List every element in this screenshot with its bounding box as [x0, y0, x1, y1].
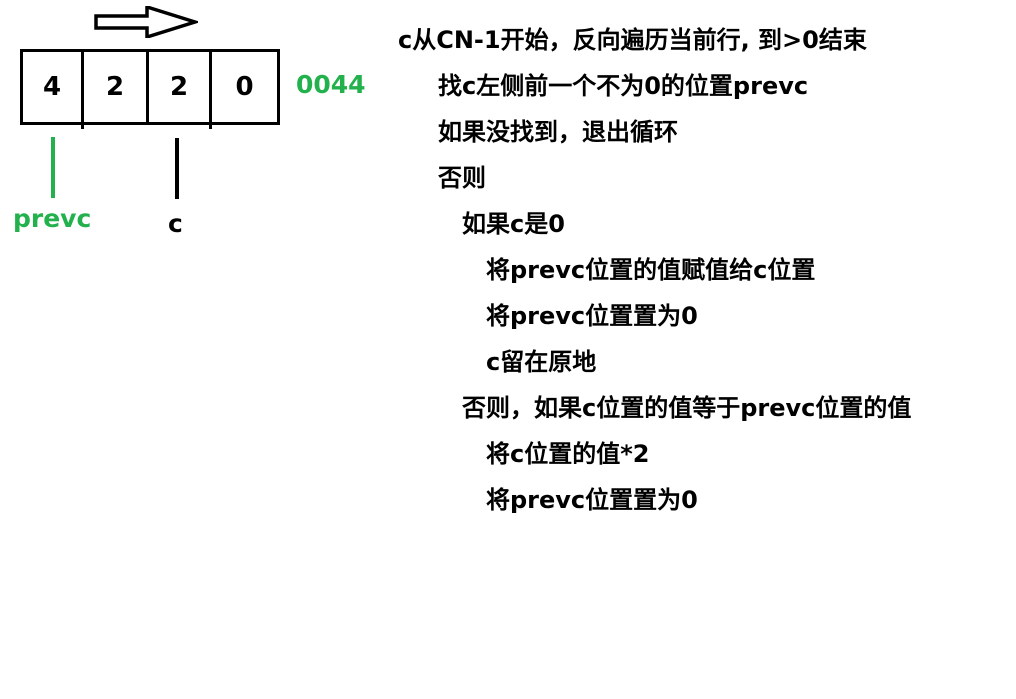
algorithm-line: 将prevc位置置为0: [486, 302, 698, 330]
array-cell: 2: [146, 52, 209, 122]
result-value: 0044: [296, 70, 366, 99]
c-pointer-line: [175, 138, 179, 199]
algorithm-line: 否则，如果c位置的值等于prevc位置的值: [462, 394, 912, 422]
algorithm-line: 如果没找到，退出循环: [438, 118, 678, 146]
algorithm-line: 将c位置的值*2: [486, 440, 650, 468]
prevc-pointer-line: [51, 137, 55, 198]
c-label: c: [168, 209, 183, 238]
cell-value: 2: [105, 72, 125, 102]
array-box: 4 2 2 0: [20, 49, 280, 129]
array-cell: 0: [209, 52, 277, 129]
algorithm-line: 找c左侧前一个不为0的位置prevc: [438, 72, 809, 100]
algorithm-line: 将prevc位置的值赋值给c位置: [486, 256, 816, 284]
diagram-canvas: 4 2 2 0 0044 prevc c c从CN-1开始，反向遍历当前行, 到…: [0, 0, 1016, 699]
cell-value: 2: [169, 72, 189, 102]
right-arrow-icon: [94, 6, 198, 38]
cell-value: 4: [42, 72, 62, 102]
algorithm-line: 否则: [438, 164, 486, 192]
divider-tick: [209, 122, 212, 129]
array-cell: 4: [23, 52, 81, 122]
divider-tick: [81, 122, 84, 129]
array-cell: 2: [81, 52, 146, 129]
algorithm-line: 将prevc位置置为0: [486, 486, 698, 514]
algorithm-line: c从CN-1开始，反向遍历当前行, 到>0结束: [398, 26, 867, 54]
algorithm-line: 如果c是0: [462, 210, 565, 238]
algorithm-steps: c从CN-1开始，反向遍历当前行, 到>0结束 找c左侧前一个不为0的位置pre…: [398, 17, 1008, 523]
cell-value: 0: [235, 72, 254, 102]
algorithm-line: c留在原地: [486, 348, 597, 376]
prevc-label: prevc: [13, 204, 92, 233]
